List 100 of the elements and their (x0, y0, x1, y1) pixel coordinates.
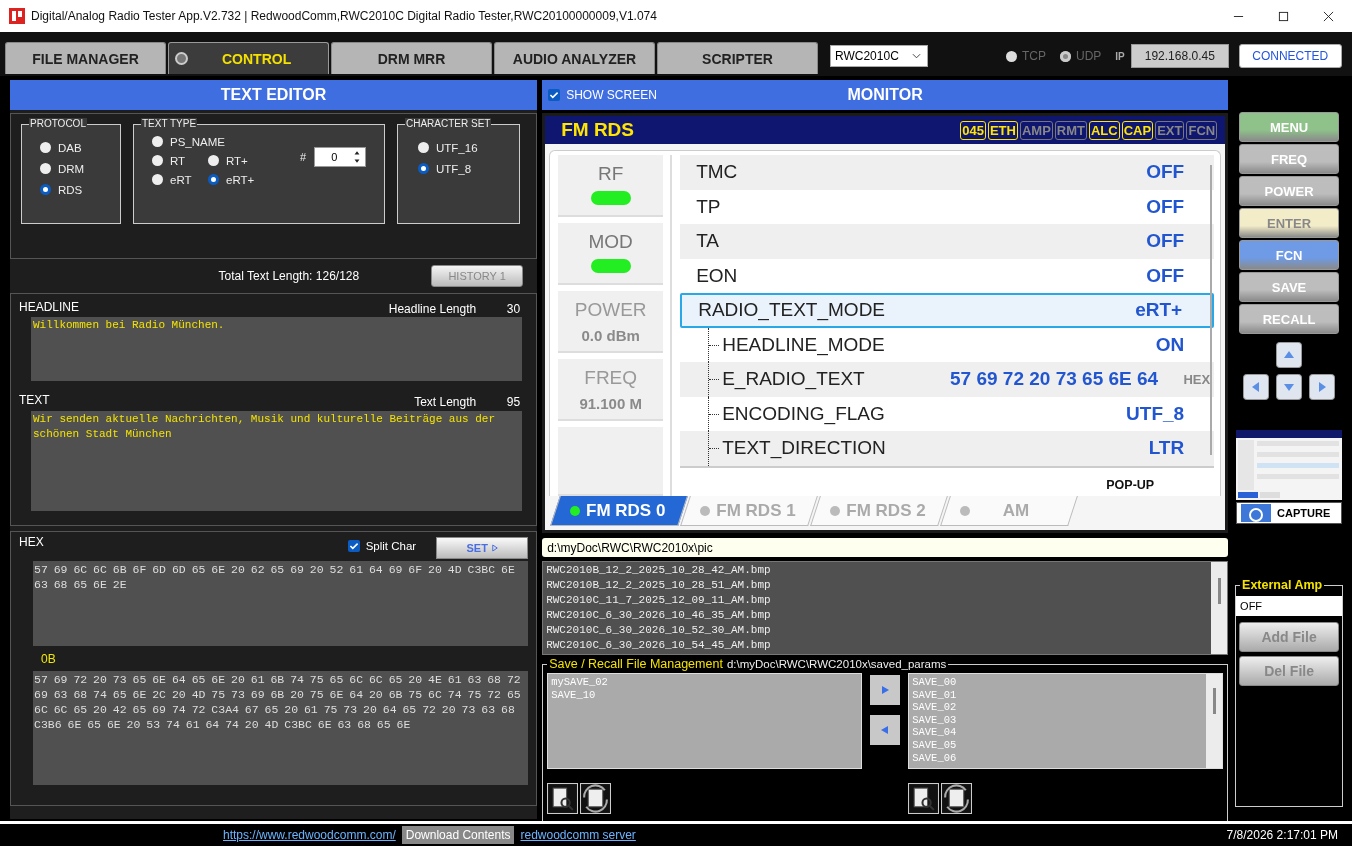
radio-option[interactable]: RT (152, 152, 208, 169)
move-left-button[interactable] (870, 715, 901, 745)
group-title: TEXT TYPE (141, 118, 198, 129)
parameter-value: 57 69 72 20 73 65 6E 64 (950, 368, 1159, 391)
text-field[interactable]: Wir senden aktuelle Nachrichten, Musik und kulturelle Beiträge aus der schönen Stadt München (31, 411, 523, 511)
gauge-label: FREQ (584, 367, 638, 389)
play-icon (491, 544, 498, 552)
radio-option[interactable]: DRM (40, 160, 120, 177)
file-item[interactable]: RWC2010C_11_7_2025_12_09_11_AM.bmp (546, 593, 1209, 608)
radio-option[interactable]: UTF_8 (418, 160, 519, 177)
index-spinner[interactable]: 0 (314, 147, 367, 167)
parameter-row[interactable]: RADIO_TEXT_MODE eRT+ (680, 293, 1215, 328)
file-item[interactable]: RWC2010B_12_2_2025_10_28_51_AM.bmp (546, 578, 1209, 593)
status-indicator: RMT (1054, 120, 1087, 140)
show-screen-checkbox[interactable]: SHOW SCREEN (548, 88, 657, 102)
maximize-icon[interactable] (1278, 10, 1289, 22)
download-button[interactable]: Download Contents (401, 826, 515, 844)
parameter-name: ENCODING_FLAG (722, 402, 885, 425)
parameter-name: TP (696, 195, 721, 218)
group-title: Save / Recall File Management (549, 657, 723, 671)
radio-option[interactable]: DAB (40, 139, 120, 156)
right-triangle-icon (880, 685, 891, 695)
hex-field[interactable]: 57 69 6C 6C 6B 6F 6D 6D 65 6E 20 62 65 69 20 52 61 64 69 6F 20 4D C3BC 6E 63 68 65 6E 2E (33, 561, 529, 646)
capture-button[interactable]: CAPTURE (1236, 502, 1343, 524)
parameter-value: ON (1155, 333, 1185, 356)
status-indicator: 045 (960, 120, 986, 140)
radio-option[interactable]: eRT (152, 171, 208, 188)
status-indicator: AMP (1019, 120, 1053, 140)
status-indicator: ALC (1089, 120, 1120, 140)
amp-value-field[interactable]: OFF (1236, 596, 1343, 616)
close-icon[interactable] (1323, 10, 1334, 22)
device-dropdown[interactable]: RWC2010C (830, 45, 928, 67)
group-title: External Amp (1241, 578, 1324, 592)
radio-option[interactable]: RT+ (208, 152, 264, 169)
refresh-document-icon[interactable] (580, 783, 612, 814)
tab[interactable]: CONTROL (168, 42, 329, 74)
path-field[interactable]: d:\myDoc\RWC\RWC2010x\pic (542, 538, 1229, 557)
parameter-name: HEADLINE_MODE (722, 333, 885, 356)
total-length: Total Text Length: 126/128 (218, 269, 360, 283)
refresh-document-icon[interactable] (941, 783, 973, 814)
search-document-icon[interactable] (908, 783, 940, 814)
parameter-row[interactable]: E_RADIO_TEXT 57 69 72 20 73 65 6E 64 HEX (680, 362, 1215, 397)
connection-status: CONNECTED (1238, 44, 1342, 68)
parameter-value: OFF (1146, 230, 1185, 253)
radio-option[interactable]: RDS (40, 181, 120, 198)
down-arrow-button[interactable] (1276, 374, 1303, 400)
parameter-row[interactable]: TEXT_DIRECTION LTR (680, 431, 1215, 466)
folder-path: d:\myDoc\RWC\RWC2010x\saved_params (726, 658, 947, 671)
status-indicator: FCN (1186, 120, 1218, 140)
headline-field[interactable]: Willkommen bei Radio München. (31, 317, 523, 381)
split-char-checkbox[interactable]: Split Char (347, 540, 417, 552)
screen-tab[interactable]: FM RDS 0 (550, 496, 689, 526)
parameter-row[interactable]: EON OFF (680, 258, 1215, 293)
scrollbar-thumb[interactable] (1212, 688, 1216, 714)
website-link[interactable]: https://www.redwoodcomm.com/ (223, 828, 396, 842)
parameter-value: OFF (1146, 161, 1185, 184)
length-value: 30 (505, 302, 522, 316)
gauge-reading: 91.100 M (579, 395, 642, 412)
parameter-name: TEXT_DIRECTION (722, 437, 886, 460)
app-icon (9, 8, 25, 24)
length-value: 95 (505, 395, 522, 409)
parameter-value: eRT+ (1135, 299, 1183, 322)
screen-title: FM RDS (561, 119, 634, 141)
file-item[interactable]: RWC2010C_6_30_2026_10_52_30_AM.bmp (546, 623, 1209, 638)
parameter-value: OFF (1146, 195, 1185, 218)
file-item[interactable]: RWC2010B_12_2_2025_10_28_42_AM.bmp (546, 563, 1209, 578)
radio-option[interactable]: eRT+ (208, 171, 264, 188)
parameter-row[interactable]: TP OFF (680, 189, 1215, 224)
file-item[interactable]: RWC2010C_6_30_2026_10_54_45_AM.bmp (546, 638, 1209, 653)
date-time: 7/8/2026 2:17:01 PM (1226, 828, 1338, 842)
ip-label: IP (1115, 50, 1125, 62)
file-item[interactable]: RWC2010C_6_30_2026_10_46_35_AM.bmp (546, 608, 1209, 623)
server-link[interactable]: redwoodcomm server (520, 828, 636, 842)
scrollbar[interactable] (1210, 165, 1213, 455)
tab[interactable]: AUDIO ANALYZER (494, 42, 655, 74)
gauge-label: MOD (588, 231, 633, 253)
length-label: Headline Length (388, 302, 477, 316)
tab[interactable]: DRM MRR (331, 42, 492, 74)
status-indicator: ETH (987, 120, 1018, 140)
parameter-row[interactable]: TA OFF (680, 224, 1215, 259)
left-arrow-button[interactable] (1243, 374, 1270, 400)
group-title: PROTOCOL (29, 118, 87, 129)
radio-option[interactable]: UTF_16 (418, 139, 519, 156)
ip-field[interactable]: 192.168.0.45 (1130, 44, 1229, 68)
scrollbar-thumb[interactable] (1217, 578, 1221, 604)
tab[interactable]: FILE MANAGER (5, 42, 166, 74)
move-right-button[interactable] (870, 675, 901, 705)
parameter-value: OFF (1146, 264, 1185, 287)
parameter-name: EON (696, 264, 738, 287)
right-arrow-button[interactable] (1309, 374, 1336, 400)
search-document-icon[interactable] (547, 783, 579, 814)
gauge-label: POWER (574, 299, 647, 321)
parameter-row[interactable]: TMC OFF (680, 155, 1215, 190)
length-label: Text Length (414, 395, 477, 409)
radio-option[interactable]: PS_NAME (152, 133, 225, 150)
tab[interactable]: SCRIPTER (657, 42, 818, 74)
file-list[interactable] (542, 561, 1229, 655)
hex-field[interactable]: 57 69 72 20 73 65 6E 64 65 6E 20 61 6B 74 75 65 6C 6C 65 20 4E 61 63 68 72 69 63 68 74 65 6E 2C 20 4D 75 73 69 6B 20 75 6E 64 20 6B 75 6C 74 75 72 65 6C 6C 65 20 42 65 69 74 72 C3A4 67 65 20 61 75 73 20 64 65 72 20 73 63 68 C3B6 6E 65 6E 20 53 74 61 64 74 20 4D C3BC 6E 63 68 65 6E (33, 671, 529, 785)
popup-label: POP-UP (1106, 478, 1155, 492)
up-arrow-button[interactable] (1276, 342, 1303, 368)
